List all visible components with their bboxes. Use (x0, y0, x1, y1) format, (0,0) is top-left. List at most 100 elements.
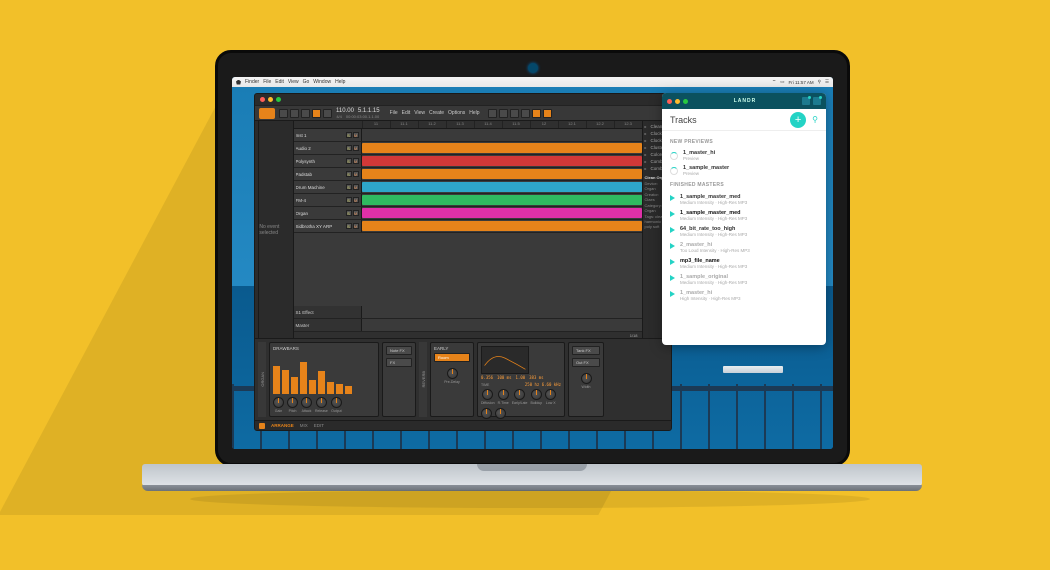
tool-pointer[interactable] (488, 109, 497, 118)
drawbar[interactable] (336, 384, 343, 394)
tank-fx-button[interactable]: Tank FX (572, 346, 600, 355)
attack-knob[interactable] (301, 397, 312, 408)
account-icon[interactable] (813, 97, 821, 105)
master-row[interactable]: 2_master_hi Too Loud Intensity · High-Re… (670, 239, 818, 255)
audio-clip[interactable] (362, 208, 642, 218)
metronome-button[interactable] (323, 109, 332, 118)
menubar-app[interactable]: Finder (245, 79, 259, 85)
loop-button[interactable] (312, 109, 321, 118)
drawbar[interactable] (345, 386, 352, 394)
out-fx-button[interactable]: Out FX (572, 358, 600, 367)
add-track-button[interactable]: + (790, 112, 806, 128)
master-row[interactable]: 64_bit_rate_too_high Medium Intensity · … (670, 223, 818, 239)
menubar-item[interactable]: Edit (275, 79, 284, 85)
minimize-icon[interactable] (268, 97, 273, 102)
menu-item[interactable]: Create (429, 110, 444, 116)
mute-button[interactable]: M (353, 145, 359, 151)
menubar-item[interactable]: Help (335, 79, 345, 85)
mute-button[interactable]: M (353, 197, 359, 203)
earlylate-knob[interactable] (514, 389, 525, 400)
solo-button[interactable]: S (346, 158, 352, 164)
audio-clip[interactable] (362, 143, 642, 153)
play-icon[interactable] (670, 259, 675, 265)
tracks-area[interactable]: Inst 1 SM Audio 2 SM Polysynth SM Padsta… (294, 129, 642, 306)
mix-knob[interactable] (495, 408, 506, 419)
tab-mix[interactable]: MIX (300, 423, 308, 428)
tab-arrange[interactable]: ARRANGE (271, 423, 294, 428)
drawbar[interactable] (309, 380, 316, 394)
battery-icon[interactable]: ▭ (780, 79, 784, 85)
play-icon[interactable] (670, 243, 675, 249)
track-row[interactable]: Organ SM (294, 207, 642, 220)
master-row[interactable]: 1_sample_original Medium Intensity · Hig… (670, 271, 818, 287)
solo-button[interactable]: S (346, 197, 352, 203)
track-row[interactable]: FM-4 SM (294, 194, 642, 207)
search-icon[interactable]: ⚲ (818, 79, 821, 85)
tool-erase[interactable] (510, 109, 519, 118)
lowx-knob[interactable] (545, 389, 556, 400)
track-lane[interactable] (362, 181, 642, 193)
track-header[interactable]: Sidbrotha XY ARP SM (294, 220, 362, 232)
master-row[interactable]: 1_master_hi High Intensity · High-Res MP… (670, 287, 818, 303)
gain-knob[interactable] (273, 397, 284, 408)
width-knob[interactable] (581, 373, 592, 384)
drawbar[interactable] (327, 382, 334, 394)
pitch-knob[interactable] (287, 397, 298, 408)
predelay-knob[interactable] (447, 368, 458, 379)
mute-button[interactable]: M (353, 132, 359, 138)
room-type-button[interactable]: Room (434, 353, 470, 362)
tool-cut[interactable] (521, 109, 530, 118)
track-row[interactable]: Audio 2 SM (294, 142, 642, 155)
solo-button[interactable]: S (346, 184, 352, 190)
tab-edit[interactable]: EDIT (314, 423, 324, 428)
audio-clip[interactable] (362, 195, 642, 205)
track-row[interactable]: Sidbrotha XY ARP SM (294, 220, 642, 233)
track-header[interactable]: Polysynth SM (294, 155, 362, 167)
device-chain-tab[interactable]: ORGAN (258, 342, 266, 417)
audio-clip[interactable] (362, 182, 642, 192)
menubar-item[interactable]: File (263, 79, 271, 85)
tool-select[interactable] (532, 109, 541, 118)
master-track-row[interactable]: Master (294, 319, 642, 332)
mute-button[interactable]: M (353, 171, 359, 177)
track-lane[interactable] (362, 155, 642, 167)
maximize-icon[interactable] (683, 99, 688, 104)
note-fx-button[interactable]: Note FX (386, 346, 412, 355)
page-indicator[interactable]: 1/18 (630, 333, 638, 338)
track-lane[interactable] (362, 194, 642, 206)
drawbar[interactable] (273, 366, 280, 394)
audio-clip[interactable] (362, 221, 642, 231)
preview-row[interactable]: 1_master_hi Preview (670, 148, 818, 163)
menu-item[interactable]: File (390, 110, 398, 116)
menubar-item[interactable]: View (288, 79, 299, 85)
track-row[interactable]: Drum Machine SM (294, 181, 642, 194)
mute-button[interactable]: M (353, 223, 359, 229)
reverb-curve-display[interactable] (481, 346, 529, 374)
reverb-tab[interactable]: REVERB (419, 342, 427, 417)
track-lane[interactable] (362, 142, 642, 154)
play-icon[interactable] (670, 211, 675, 217)
release-knob[interactable] (316, 397, 327, 408)
menu-item[interactable]: Edit (402, 110, 411, 116)
clock[interactable]: Fri 11:57 AM (788, 80, 813, 85)
output-knob[interactable] (331, 397, 342, 408)
play-icon[interactable] (670, 291, 675, 297)
track-row[interactable]: Inst 1 SM (294, 129, 642, 142)
play-icon[interactable] (670, 227, 675, 233)
track-header[interactable]: Inst 1 SM (294, 129, 362, 141)
app-logo-icon[interactable] (259, 108, 275, 119)
solo-button[interactable]: S (346, 132, 352, 138)
drawbar[interactable] (282, 370, 289, 394)
minimize-icon[interactable] (675, 99, 680, 104)
menu-item[interactable]: Options (448, 110, 465, 116)
solo-button[interactable]: S (346, 145, 352, 151)
mute-button[interactable]: M (353, 184, 359, 190)
record-button[interactable] (301, 109, 310, 118)
track-row[interactable]: Polysynth SM (294, 155, 642, 168)
drawbar[interactable] (291, 377, 298, 394)
play-button[interactable] (279, 109, 288, 118)
track-header[interactable]: Padstab SM (294, 168, 362, 180)
master-row[interactable]: mp3_file_name Medium Intensity · High-Re… (670, 255, 818, 271)
close-icon[interactable] (667, 99, 672, 104)
stop-button[interactable] (290, 109, 299, 118)
